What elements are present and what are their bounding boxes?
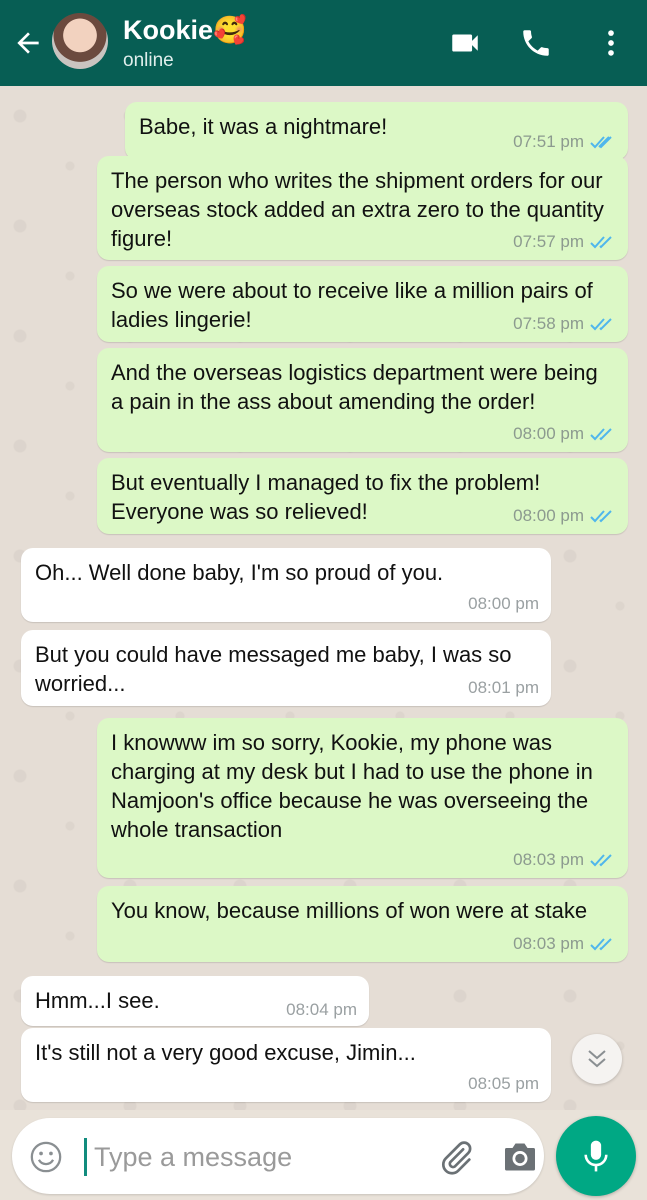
contact-name-text: Kookie — [123, 15, 214, 45]
message-time: 07:57 pm — [513, 232, 584, 251]
message-time: 07:51 pm — [513, 132, 584, 151]
message-meta: 07:57 pm — [513, 232, 616, 252]
message-meta: 08:05 pm — [468, 1074, 539, 1094]
double-chevron-down-icon — [588, 1050, 606, 1068]
contact-status: online — [123, 50, 174, 71]
message-text: Oh... Well done baby, I'm so proud of yo… — [35, 560, 444, 585]
message-time: 08:03 pm — [513, 934, 584, 953]
camera-icon[interactable] — [502, 1140, 538, 1174]
message-text: But you could have messaged me baby, I w… — [35, 642, 512, 696]
scroll-to-bottom-button[interactable] — [572, 1034, 622, 1084]
chat-header: Kookie🥰 online — [0, 0, 647, 86]
message-meta: 07:51 pm — [513, 132, 616, 152]
message-time: 08:05 pm — [468, 1074, 539, 1093]
message-time: 07:58 pm — [513, 314, 584, 333]
read-ticks-icon — [590, 510, 612, 523]
message-text: You know, because millions of won were a… — [111, 898, 588, 923]
message-bubble-outgoing[interactable]: You know, because millions of won were a… — [97, 886, 628, 962]
read-ticks-icon — [590, 136, 612, 149]
message-meta: 08:03 pm — [513, 850, 616, 870]
voice-call-icon[interactable] — [519, 26, 553, 60]
read-ticks-icon — [590, 938, 612, 951]
message-list[interactable]: Babe, it was a nightmare! 07:51 pm The p… — [0, 86, 647, 1110]
message-meta: 08:00 pm — [513, 506, 616, 526]
message-meta: 08:04 pm — [286, 1000, 357, 1020]
read-ticks-icon — [590, 318, 612, 331]
chat-screen: Kookie🥰 online Babe, it was a nightmare!… — [0, 0, 647, 1200]
video-call-icon[interactable] — [448, 26, 482, 60]
message-bubble-outgoing[interactable]: And the overseas logistics department we… — [97, 348, 628, 452]
text-cursor — [84, 1138, 87, 1176]
message-time: 08:01 pm — [468, 678, 539, 697]
message-input-bar — [12, 1118, 544, 1194]
message-text: I knowww im so sorry, Kookie, my phone w… — [111, 730, 593, 842]
message-meta: 08:01 pm — [468, 678, 539, 698]
message-bubble-outgoing[interactable]: Babe, it was a nightmare! 07:51 pm — [125, 102, 628, 160]
message-bubble-incoming[interactable]: It's still not a very good excuse, Jimin… — [21, 1028, 551, 1102]
message-text: And the overseas logistics department we… — [111, 360, 598, 414]
message-bubble-outgoing[interactable]: So we were about to receive like a milli… — [97, 266, 628, 342]
message-meta: 08:00 pm — [468, 594, 539, 614]
message-input[interactable] — [92, 1132, 416, 1182]
message-meta: 07:58 pm — [513, 314, 616, 334]
message-bubble-incoming[interactable]: Hmm...I see. 08:04 pm — [21, 976, 369, 1026]
message-time: 08:04 pm — [286, 1000, 357, 1019]
voice-message-button[interactable] — [556, 1116, 636, 1196]
attach-icon[interactable] — [437, 1139, 475, 1177]
microphone-icon — [584, 1140, 608, 1172]
message-time: 08:00 pm — [468, 594, 539, 613]
message-bubble-incoming[interactable]: But you could have messaged me baby, I w… — [21, 630, 551, 706]
message-time: 08:00 pm — [513, 506, 584, 525]
message-bubble-incoming[interactable]: Oh... Well done baby, I'm so proud of yo… — [21, 548, 551, 622]
message-bubble-outgoing[interactable]: But eventually I managed to fix the prob… — [97, 458, 628, 534]
message-time: 08:03 pm — [513, 850, 584, 869]
avatar[interactable] — [52, 13, 108, 69]
contact-name[interactable]: Kookie🥰 — [123, 14, 247, 46]
emoji-hearts-icon: 🥰 — [213, 15, 247, 45]
message-time: 08:00 pm — [513, 424, 584, 443]
read-ticks-icon — [590, 428, 612, 441]
back-arrow-icon[interactable] — [12, 27, 44, 59]
message-bubble-outgoing[interactable]: I knowww im so sorry, Kookie, my phone w… — [97, 718, 628, 878]
message-bubble-outgoing[interactable]: The person who writes the shipment order… — [97, 156, 628, 260]
message-text: It's still not a very good excuse, Jimin… — [35, 1040, 416, 1065]
message-meta: 08:00 pm — [513, 424, 616, 444]
message-meta: 08:03 pm — [513, 934, 616, 954]
read-ticks-icon — [590, 236, 612, 249]
read-ticks-icon — [590, 854, 612, 867]
more-options-icon[interactable] — [594, 26, 628, 60]
emoji-icon[interactable] — [29, 1140, 63, 1174]
